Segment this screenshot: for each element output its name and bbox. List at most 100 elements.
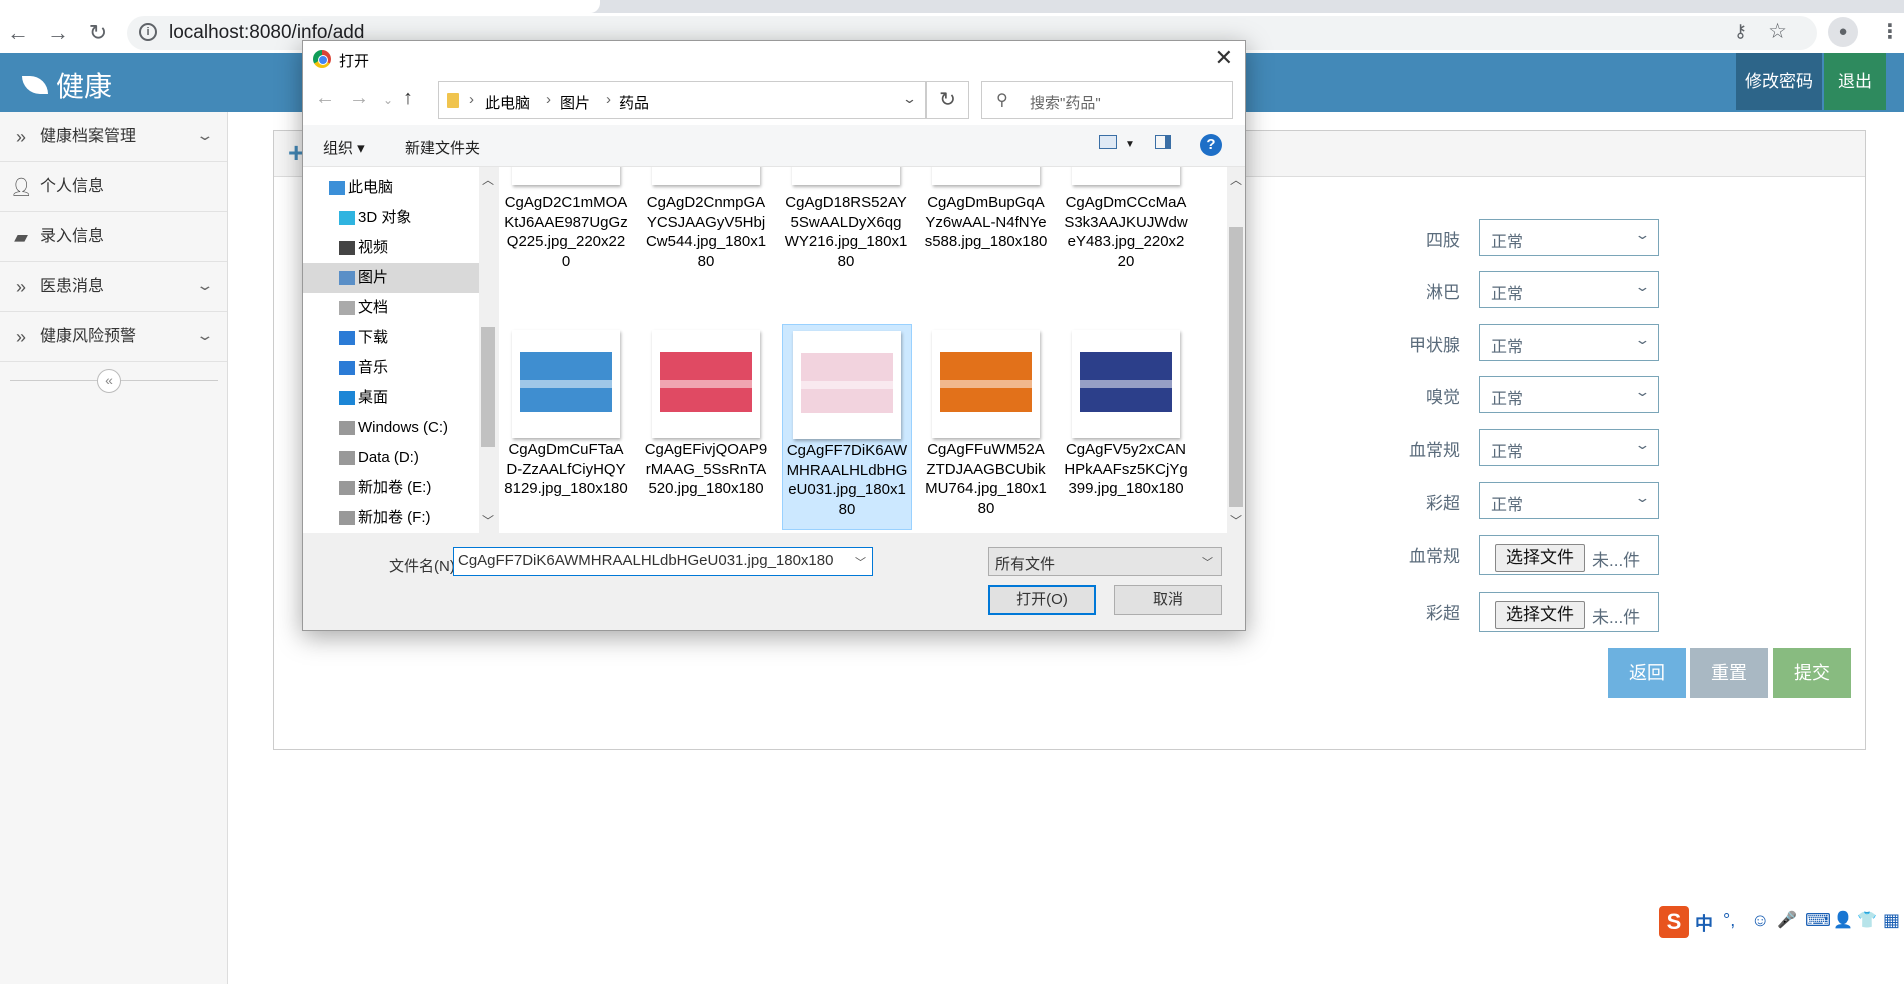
blood-routine-file-input[interactable]: 选择文件 未...件 [1479,535,1659,575]
profile-avatar-icon[interactable]: ● [1828,17,1858,47]
sidebar-item-enter-info[interactable]: ▰ 录入信息 [0,212,227,262]
submit-button[interactable]: 提交 [1773,648,1851,698]
organize-button[interactable]: 组织 ▾ [323,137,365,158]
nav-item[interactable]: 下载 [303,323,479,353]
file-tile[interactable]: CgAgEFivjQOAP9rMAAG_5SsRnTA520.jpg_180x1… [642,324,772,530]
skin-icon[interactable]: 👕 [1857,910,1877,930]
breadcrumb-medicine[interactable]: 药品 [619,92,649,113]
nav-item[interactable]: 此电脑 [303,173,479,203]
user-icon[interactable]: 👤 [1833,910,1853,930]
forward-arrow-icon[interactable]: → [44,19,72,47]
nav-item[interactable]: Windows (C:) [303,413,479,443]
sogou-logo-icon[interactable]: S [1659,906,1689,938]
microphone-icon[interactable]: 🎤 [1777,910,1797,930]
chinese-mode-icon[interactable]: 中 [1695,910,1713,936]
key-icon[interactable]: ⚷ [1734,21,1747,42]
ultrasound-file-input[interactable]: 选择文件 未...件 [1479,592,1659,632]
chevron-down-icon: ⌄ [195,277,215,293]
ultrasound-select[interactable]: 正常 ⌄ [1479,482,1659,519]
video-icon [339,241,355,255]
breadcrumb-this-pc[interactable]: 此电脑 [485,92,530,113]
file-tile[interactable]: CgAgD18RS52AY5SwAALDyX6qgWY216.jpg_180x1… [782,167,912,283]
file-tile[interactable]: CgAgDmCuFTaAD-ZzAALfCiyHQY8129.jpg_180x1… [502,324,632,530]
search-input[interactable]: ⚲ 搜索"药品" [981,81,1233,119]
file-tile[interactable]: CgAgD2C1mMOAKtJ6AAE987UgGzQ225.jpg_220x2… [502,167,632,283]
smell-select[interactable]: 正常 ⌄ [1479,376,1659,413]
back-button[interactable]: 返回 [1608,648,1686,698]
change-view-icon[interactable] [1099,135,1117,149]
filename-input[interactable]: CgAgFF7DiK6AWMHRAALHLdbHGeU031.jpg_180x1… [453,547,873,576]
back-arrow-icon[interactable]: ← [4,19,32,47]
change-password-button[interactable]: 修改密码 [1736,53,1822,110]
close-icon[interactable]: ✕ [1215,45,1233,71]
new-folder-button[interactable]: 新建文件夹 [405,137,480,158]
back-arrow-icon[interactable]: ← [315,87,335,110]
scroll-up-icon[interactable]: ︿ [1227,171,1245,188]
brand[interactable]: 健康 [22,65,112,105]
up-arrow-icon[interactable]: ↑ [403,87,413,110]
file-tile[interactable]: CgAgDmCCcMaAS3k3AAJKUJWdweY483.jpg_220x2… [1062,167,1192,283]
chevron-down-icon[interactable]: ﹀ [851,554,866,570]
nav-item[interactable]: 3D 对象 [303,203,479,233]
field-label: 血常规 [1409,547,1460,566]
nav-item[interactable]: 文档 [303,293,479,323]
path-bar[interactable]: › 此电脑 › 图片 › 药品 ⌄ [438,81,926,119]
choose-file-button[interactable]: 选择文件 [1495,601,1585,629]
logout-button[interactable]: 退出 [1824,53,1886,110]
file-tile[interactable]: CgAgDmBupGqAYz6wAAL-N4fNYes588.jpg_180x1… [922,167,1052,283]
star-icon[interactable]: ☆ [1768,19,1787,44]
nav-item[interactable]: 音乐 [303,353,479,383]
refresh-icon[interactable]: ↻ [926,81,969,119]
kebab-menu-icon[interactable]: ⋮ [1880,19,1900,44]
chevron-down-icon: ⌄ [1634,490,1651,505]
scroll-down-icon[interactable]: ﹀ [1227,512,1245,529]
limbs-select[interactable]: 正常 ⌄ [1479,219,1659,256]
blood-routine-select[interactable]: 正常 ⌄ [1479,429,1659,466]
file-tile[interactable]: CgAgFF7DiK6AWMHRAALHLdbHGeU031.jpg_180x1… [782,324,912,530]
file-tile[interactable]: CgAgD2CnmpGAYCSJAAGyV5HbjCw544.jpg_180x1… [642,167,772,283]
keyboard-icon[interactable]: ⌨ [1805,910,1831,931]
sidebar-item-personal-info[interactable]: 👤︎ 个人信息 [0,162,227,212]
view-dropdown-icon[interactable]: ▼ [1125,139,1135,150]
scroll-down-icon[interactable]: ﹀ [479,512,497,529]
nav-item[interactable]: 视频 [303,233,479,263]
toolbox-icon[interactable]: ▦ [1883,910,1900,931]
file-tile[interactable]: CgAgFFuWM52AZTDJAAGBCUbikMU764.jpg_180x1… [922,324,1052,530]
sidebar-item-messages[interactable]: » 医患消息 ⌄ [0,262,227,312]
lymph-select[interactable]: 正常 ⌄ [1479,271,1659,308]
info-icon[interactable]: i [139,23,157,41]
sidebar-item-health-records[interactable]: » 健康档案管理 ⌄ [0,112,227,162]
choose-file-button[interactable]: 选择文件 [1495,544,1585,572]
reload-icon[interactable]: ↻ [84,19,112,47]
form-row-lymph: 淋巴 正常 ⌄ [1380,271,1680,311]
recent-dropdown-icon[interactable]: ⌄ [383,93,393,107]
file-list-scrollbar[interactable]: ︿ ﹀ [1227,167,1245,533]
file-thumbnail [512,167,620,185]
nav-item[interactable]: 桌面 [303,383,479,413]
preview-pane-icon[interactable] [1155,135,1171,149]
breadcrumb-pictures[interactable]: 图片 [560,92,590,113]
dialog-nav-bar: ← → ⌄ ↑ › 此电脑 › 图片 › 药品 ⌄ ↻ ⚲ 搜索"药品" [303,77,1245,125]
scroll-up-icon[interactable]: ︿ [479,171,497,188]
nav-item[interactable]: 图片 [303,263,479,293]
browser-tab[interactable] [0,0,600,13]
thyroid-select[interactable]: 正常 ⌄ [1479,324,1659,361]
punctuation-icon[interactable]: °, [1723,910,1735,931]
file-tile[interactable]: CgAgFV5y2xCANHPkAAFsz5KCjYg399.jpg_180x1… [1062,324,1192,530]
collapse-sidebar-button[interactable]: « [97,369,121,393]
reset-button[interactable]: 重置 [1690,648,1768,698]
nav-item[interactable]: 新加卷 (F:) [303,503,479,533]
chevron-down-icon[interactable]: ⌄ [902,91,917,107]
nav-item[interactable]: Data (D:) [303,443,479,473]
forward-arrow-icon[interactable]: → [349,87,369,110]
open-button[interactable]: 打开(O) [988,585,1096,615]
filetype-select[interactable]: 所有文件 ﹀ [988,547,1222,576]
sidebar-item-risk-warning[interactable]: » 健康风险预警 ⌄ [0,312,227,362]
help-icon[interactable]: ? [1200,134,1222,156]
nav-pane-scrollbar[interactable]: ︿ ﹀ [479,167,497,533]
nav-item[interactable]: 新加卷 (E:) [303,473,479,503]
emoji-icon[interactable]: ☺ [1751,910,1769,931]
scrollbar-thumb[interactable] [1229,227,1243,507]
cancel-button[interactable]: 取消 [1114,585,1222,615]
scrollbar-thumb[interactable] [481,327,495,447]
